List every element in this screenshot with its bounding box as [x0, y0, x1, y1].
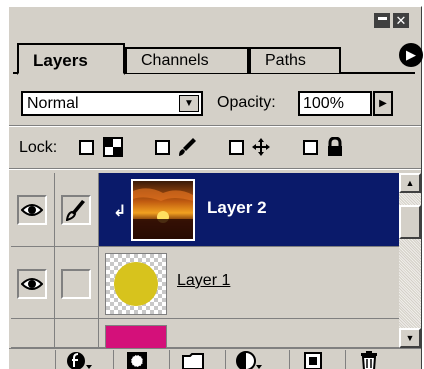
yellow-circle-thumbnail-image: [114, 262, 158, 306]
blend-mode-value: Normal: [27, 95, 79, 112]
tab-strip: Layers Channels Paths ▶: [13, 43, 423, 75]
panel-menu-icon[interactable]: ▶: [399, 43, 423, 67]
lock-all-checkbox[interactable]: [303, 140, 318, 155]
new-adjustment-layer-button[interactable]: [225, 350, 271, 369]
lock-transparency-checkbox[interactable]: [79, 140, 94, 155]
layer-thumbnail: [131, 179, 195, 241]
layer-thumbnail: [105, 253, 167, 315]
visibility-toggle[interactable]: [17, 195, 47, 225]
palette-bottom-bar: [9, 348, 421, 369]
divider: [9, 125, 421, 127]
layer-main[interactable]: Layer 1: [99, 247, 399, 319]
layer-row[interactable]: [11, 319, 399, 355]
visibility-cell[interactable]: [11, 319, 55, 348]
delete-layer-button[interactable]: [345, 350, 391, 369]
lock-move-checkbox[interactable]: [229, 140, 244, 155]
opacity-label: Opacity:: [217, 94, 276, 111]
lock-paint-checkbox[interactable]: [155, 140, 170, 155]
lock-label: Lock:: [19, 139, 58, 156]
move-lock-icon: [252, 138, 270, 156]
layers-palette: ✕ Layers Channels Paths ▶ Normal ▼ Opaci…: [8, 6, 423, 369]
visibility-cell[interactable]: [11, 247, 55, 319]
layer-name[interactable]: Layer 2: [207, 198, 267, 218]
new-set-icon: [181, 352, 204, 369]
divider: [9, 168, 421, 170]
layer-main-selected[interactable]: ↲ Layer 2: [99, 173, 399, 247]
brush-icon: [66, 200, 85, 221]
layer-style-button[interactable]: [55, 350, 101, 369]
layer-main[interactable]: [99, 319, 399, 355]
opacity-field[interactable]: 100%: [298, 91, 372, 116]
minimize-icon[interactable]: [374, 13, 390, 28]
sunset-thumbnail-image: [133, 181, 193, 239]
layer-row[interactable]: Layer 1: [11, 247, 399, 319]
palette-titlebar: ✕: [9, 7, 421, 31]
link-cell[interactable]: [55, 173, 99, 247]
eye-icon: [21, 278, 43, 290]
tab-layers-label: Layers: [33, 51, 88, 70]
clip-arrow-icon: ↲: [113, 203, 127, 220]
layers-list: ↲ Layer 2 Layer 1 ▲ ▼: [11, 173, 421, 355]
scroll-down-icon[interactable]: ▼: [399, 328, 421, 348]
layer-name[interactable]: Layer 1: [177, 272, 230, 290]
link-cell[interactable]: [55, 319, 99, 348]
visibility-cell[interactable]: [11, 173, 55, 247]
opacity-slider-arrow-icon[interactable]: ▶: [373, 91, 393, 116]
tab-channels-label: Channels: [141, 52, 209, 69]
all-lock-icon: [328, 137, 342, 156]
tab-layers[interactable]: Layers: [17, 43, 125, 75]
adjustment-icon: [235, 350, 262, 369]
new-layer-button[interactable]: [289, 350, 335, 369]
new-layer-icon: [303, 351, 322, 369]
blend-mode-select[interactable]: Normal ▼: [21, 91, 203, 116]
new-set-button[interactable]: [169, 350, 215, 369]
layer-row[interactable]: ↲ Layer 2: [11, 173, 399, 247]
layers-scrollbar[interactable]: ▲ ▼: [399, 173, 421, 348]
transparency-lock-icon: [103, 137, 123, 157]
paint-status: [61, 195, 91, 225]
scroll-thumb[interactable]: [399, 205, 421, 239]
chevron-down-icon[interactable]: ▼: [179, 95, 199, 112]
paint-status: [61, 269, 91, 299]
tab-channels[interactable]: Channels: [125, 47, 249, 73]
link-cell[interactable]: [55, 247, 99, 319]
layer-style-icon: [66, 351, 92, 369]
close-icon[interactable]: ✕: [393, 13, 409, 28]
scroll-up-icon[interactable]: ▲: [399, 173, 421, 193]
visibility-toggle[interactable]: [17, 269, 47, 299]
eye-icon: [21, 204, 43, 216]
tab-paths-label: Paths: [265, 52, 306, 69]
mask-icon: [126, 351, 147, 369]
paint-lock-icon: [179, 138, 196, 156]
trash-icon: [360, 350, 377, 369]
tab-paths[interactable]: Paths: [249, 47, 341, 73]
add-mask-button[interactable]: [113, 350, 159, 369]
